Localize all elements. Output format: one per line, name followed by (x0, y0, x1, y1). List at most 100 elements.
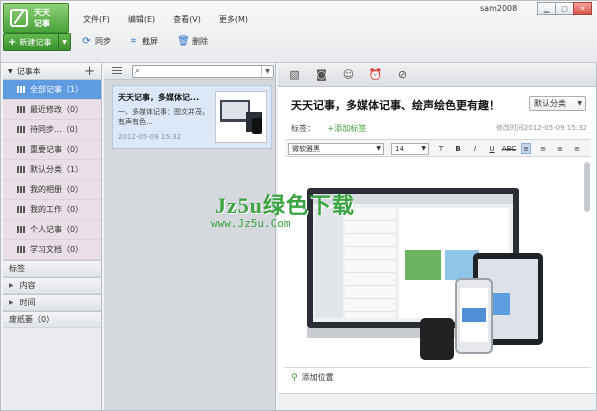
notebook-header[interactable]: ▼ 记事本 + (3, 63, 101, 80)
sidebar-item-study[interactable]: 学习文档（0） (3, 240, 101, 260)
maximize-button[interactable]: ▢ (555, 2, 574, 15)
media-toolbar: ▧ ◙ ☺ ⏰ ⊘ (278, 63, 596, 87)
bold-button[interactable]: B (453, 143, 463, 154)
status-bar (278, 393, 596, 410)
editor-scrollbar[interactable] (584, 162, 590, 212)
tags-row: 标签： +添加标签 (291, 123, 366, 134)
notebook-icon (17, 226, 26, 233)
location-pin-icon: ⚲ (291, 372, 298, 383)
image-icon[interactable]: ▧ (288, 68, 301, 81)
italic-button[interactable]: I (470, 143, 480, 154)
align-center-icon[interactable]: ≡ (538, 143, 548, 154)
chevron-down-icon[interactable]: ▼ (261, 66, 273, 77)
notebook-icon (17, 186, 26, 193)
search-input[interactable]: ⌕ ▼ (132, 65, 274, 78)
notebook-icon (17, 146, 26, 153)
screenshot-button[interactable]: ⌗ 截屏 (128, 36, 158, 47)
trash-icon: 🗑 (177, 36, 190, 47)
add-notebook-icon[interactable]: + (84, 64, 95, 79)
note-title[interactable]: 天天记事，多媒体记事、绘声绘色更有趣！ (291, 97, 500, 113)
sidebar-item-label: 我的相册（0） (30, 185, 84, 194)
chevron-right-icon: ▶ (9, 282, 14, 289)
alarm-icon[interactable]: ⏰ (369, 68, 383, 81)
minimize-button[interactable]: ▁ (537, 2, 556, 15)
sync-label: 同步 (95, 37, 111, 46)
menu-bar: 文件(F) 编辑(E) 查看(V) 更多(M) (83, 14, 248, 25)
sidebar-item-work[interactable]: 我的工作（0） (3, 200, 101, 220)
category-select[interactable]: 默认分类 ▼ (529, 96, 586, 111)
align-left-icon[interactable]: ≡ (521, 143, 531, 154)
section-tags[interactable]: 标签 (3, 260, 101, 277)
note-card[interactable]: 天天记事，多媒体记... 一、多媒体记事：图文并茂，有声有色... 2012-0… (112, 85, 272, 149)
menu-more[interactable]: 更多(M) (219, 14, 248, 25)
sidebar-item-important[interactable]: 重要记事（0） (3, 140, 101, 160)
section-time[interactable]: ▶ 时间 (3, 294, 101, 311)
delete-button[interactable]: 🗑 删除 (177, 36, 208, 47)
font-size-value: 14 (395, 145, 404, 153)
menu-edit[interactable]: 编辑(E) (128, 14, 155, 25)
sidebar-item-label: 默认分类（1） (30, 165, 84, 174)
font-family-select[interactable]: 微软雅黑 ▼ (288, 143, 384, 155)
close-button[interactable]: ✕ (573, 2, 592, 15)
sidebar-item-all[interactable]: 全部记事（1） (3, 80, 101, 100)
menu-file[interactable]: 文件(F) (83, 14, 110, 25)
modified-time: 修改时间2012-05-09 15:32 (495, 124, 587, 132)
logo-text-line1: 天天 (34, 8, 50, 17)
align-justify-icon[interactable]: ≡ (572, 143, 582, 154)
note-card-title: 天天记事，多媒体记... (118, 93, 200, 102)
watermark-text: Jz5u绿色下载 (215, 193, 356, 218)
text-color-button[interactable]: T (436, 143, 446, 154)
align-right-icon[interactable]: ≡ (555, 143, 565, 154)
attachment-icon[interactable]: ⊘ (396, 68, 409, 81)
new-note-label: 新建记事 (19, 37, 52, 47)
screenshot-label: 截屏 (142, 37, 158, 46)
camera-icon[interactable]: ◙ (315, 68, 328, 81)
add-tag-link[interactable]: +添加标签 (328, 124, 367, 133)
sidebar-item-label: 学习文档（0） (30, 245, 84, 254)
sidebar-item-label: 我的工作（0） (30, 205, 84, 214)
note-list: ⌕ ▼ 天天记事，多媒体记... 一、多媒体记事：图文并茂，有声有色... 20… (104, 63, 276, 410)
tags-label: 标签： (291, 124, 315, 133)
app-logo: 天天 记事 (3, 3, 69, 33)
sidebar-item-label: 最近修改（0） (30, 105, 84, 114)
new-note-button[interactable]: + 新建记事 ▼ (3, 33, 71, 51)
section-trash[interactable]: 废纸篓（0） (3, 311, 101, 328)
note-card-date: 2012-05-09 15:32 (118, 133, 182, 141)
location-bar[interactable]: ⚲ 添加位置 (285, 367, 591, 387)
pen-icon (10, 9, 28, 27)
chevron-down-icon[interactable]: ▼ (58, 34, 70, 50)
location-label: 添加位置 (301, 373, 334, 382)
sync-button[interactable]: ⟳ 同步 (81, 36, 111, 47)
sidebar-item-album[interactable]: 我的相册（0） (3, 180, 101, 200)
notebook-icon (17, 206, 26, 213)
underline-button[interactable]: U (487, 143, 497, 154)
strikethrough-button[interactable]: ABC (502, 143, 516, 154)
notebook-sidebar: ▼ 记事本 + 全部记事（1） 最近修改（0） 待同步...（0） 重要记事（0… (3, 63, 102, 410)
note-card-snippet: 一、多媒体记事：图文并茂，有声有色... (118, 108, 209, 126)
chevron-down-icon: ▼ (577, 100, 582, 107)
delete-label: 删除 (192, 37, 208, 46)
menu-view[interactable]: 查看(V) (173, 14, 201, 25)
chevron-down-icon: ▼ (376, 145, 381, 152)
top-toolbar: 天天 记事 文件(F) 编辑(E) 查看(V) 更多(M) sam2008 ▁ … (1, 1, 597, 63)
sidebar-item-default[interactable]: 默认分类（1） (3, 160, 101, 180)
search-icon: ⌕ (135, 66, 141, 76)
list-menu-icon[interactable] (112, 67, 122, 75)
section-label: 标签 (9, 264, 25, 273)
sync-icon: ⟳ (82, 36, 91, 47)
note-thumbnail (215, 91, 267, 143)
username[interactable]: sam2008 (480, 4, 517, 13)
content-image-phone-back (420, 318, 454, 360)
sidebar-item-personal[interactable]: 个人记事（0） (3, 220, 101, 240)
font-size-select[interactable]: 14 ▼ (391, 143, 429, 155)
content-image-phone (455, 278, 493, 354)
category-value: 默认分类 (534, 99, 566, 108)
sidebar-item-recent[interactable]: 最近修改（0） (3, 100, 101, 120)
notebook-icon (17, 166, 26, 173)
sidebar-item-pending-sync[interactable]: 待同步...（0） (3, 120, 101, 140)
sidebar-item-label: 待同步...（0） (30, 125, 83, 134)
section-content[interactable]: ▶ 内容 (3, 277, 101, 294)
format-toolbar: 微软雅黑 ▼ 14 ▼ T B I U ABC ≡ ≡ ≡ ≡ (285, 139, 591, 157)
section-label: 时间 (19, 298, 36, 307)
emoji-icon[interactable]: ☺ (342, 68, 355, 81)
